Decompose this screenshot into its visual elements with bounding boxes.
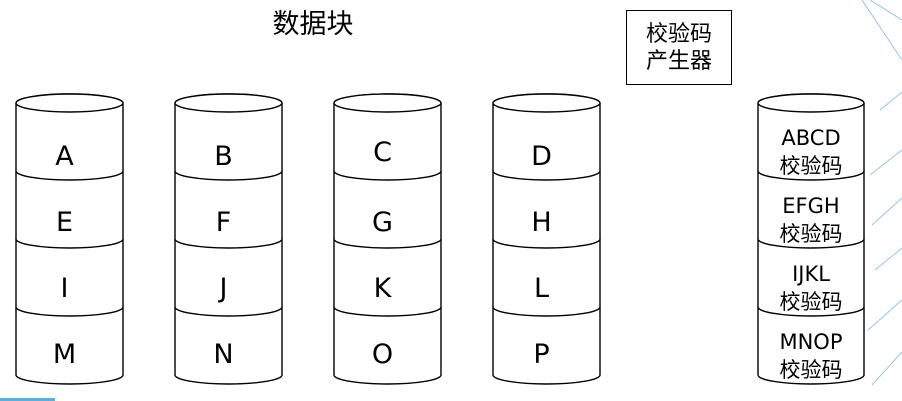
- data-disk-2-cell-0: C: [373, 137, 392, 168]
- parity-cell-1-label: 校验码: [779, 222, 843, 246]
- data-disk-0-cell-1: E: [55, 207, 74, 238]
- data-disk-2-cell-3: O: [371, 339, 394, 370]
- data-disk-3-top: [492, 93, 601, 113]
- parity-cell-3-group: MNOP: [779, 330, 843, 354]
- parity-cell-2-group: IJKL: [792, 262, 830, 286]
- parity-generator-line2: 产生器: [645, 48, 712, 74]
- data-disk-3-cell-1: H: [531, 207, 552, 238]
- data-disk-3-cell-2: L: [533, 273, 550, 304]
- data-disk-2-top: [333, 93, 442, 113]
- parity-cell-3-label: 校验码: [779, 358, 843, 382]
- data-disk-1-cell-1: F: [215, 207, 232, 238]
- parity-disk-top: [757, 93, 865, 113]
- data-disk-1-cell-0: B: [214, 141, 233, 172]
- data-disk-2-cell-2: K: [373, 273, 392, 304]
- data-disk-1-top: [174, 93, 283, 113]
- parity-cell-2-label: 校验码: [779, 290, 843, 314]
- data-disk-1-cell-2: J: [219, 273, 228, 304]
- data-disk-0-cell-2: I: [60, 273, 69, 304]
- parity-cell-0-label: 校验码: [779, 154, 843, 178]
- data-disk-0-cell-0: A: [55, 141, 74, 172]
- parity-cell-0-group: ABCD: [781, 126, 841, 150]
- parity-generator-line1: 校验码: [645, 21, 712, 47]
- data-disk-0-cell-3: M: [52, 339, 77, 370]
- data-disk-1-cell-3: N: [213, 339, 234, 370]
- parity-cell-1-group: EFGH: [782, 194, 840, 218]
- diagram-title: 数据块: [272, 9, 354, 40]
- data-disk-2-cell-1: G: [372, 207, 393, 238]
- data-disk-3-cell-0: D: [531, 141, 552, 172]
- data-disk-0-top: [15, 93, 124, 113]
- raid-diagram: 数据块 校验码 产生器 A E I M B F J N C G K O D H L P ABCD 校验码 EFGH 校…: [0, 0, 902, 401]
- data-disk-3-cell-3: P: [533, 339, 550, 370]
- parity-generator-box: 校验码 产生器: [626, 10, 732, 85]
